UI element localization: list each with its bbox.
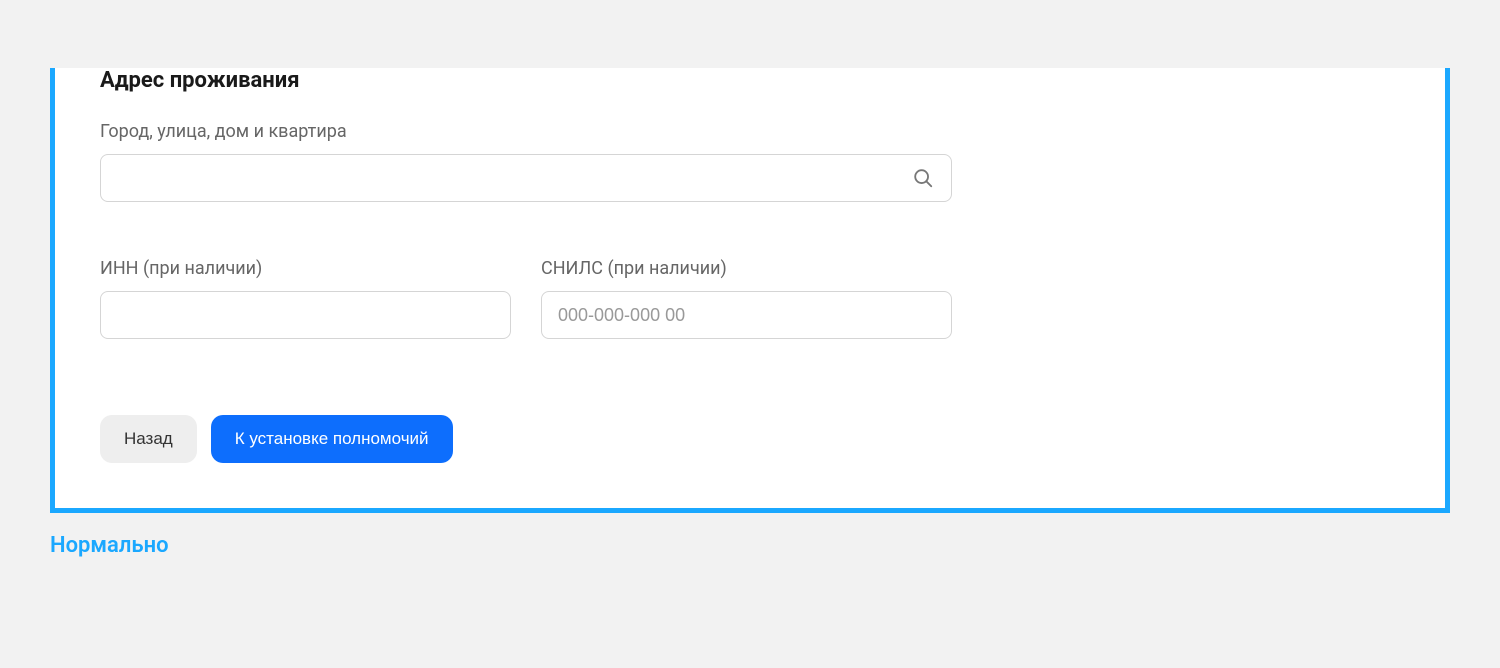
inn-input[interactable] (100, 291, 511, 339)
button-row: Назад К установке полномочий (100, 415, 1400, 463)
snils-label: СНИЛС (при наличии) (541, 258, 952, 279)
address-field: Город, улица, дом и квартира (100, 121, 952, 202)
inn-label: ИНН (при наличии) (100, 258, 511, 279)
address-input[interactable] (100, 154, 952, 202)
snils-field: СНИЛС (при наличии) (541, 258, 952, 339)
back-button[interactable]: Назад (100, 415, 197, 463)
next-button[interactable]: К установке полномочий (211, 415, 453, 463)
form-panel: Адрес проживания Город, улица, дом и ква… (50, 68, 1450, 513)
snils-input[interactable] (541, 291, 952, 339)
status-text: Нормально (50, 533, 1450, 558)
address-label: Город, улица, дом и квартира (100, 121, 952, 142)
section-title: Адрес проживания (100, 68, 1400, 93)
inn-field: ИНН (при наличии) (100, 258, 511, 339)
